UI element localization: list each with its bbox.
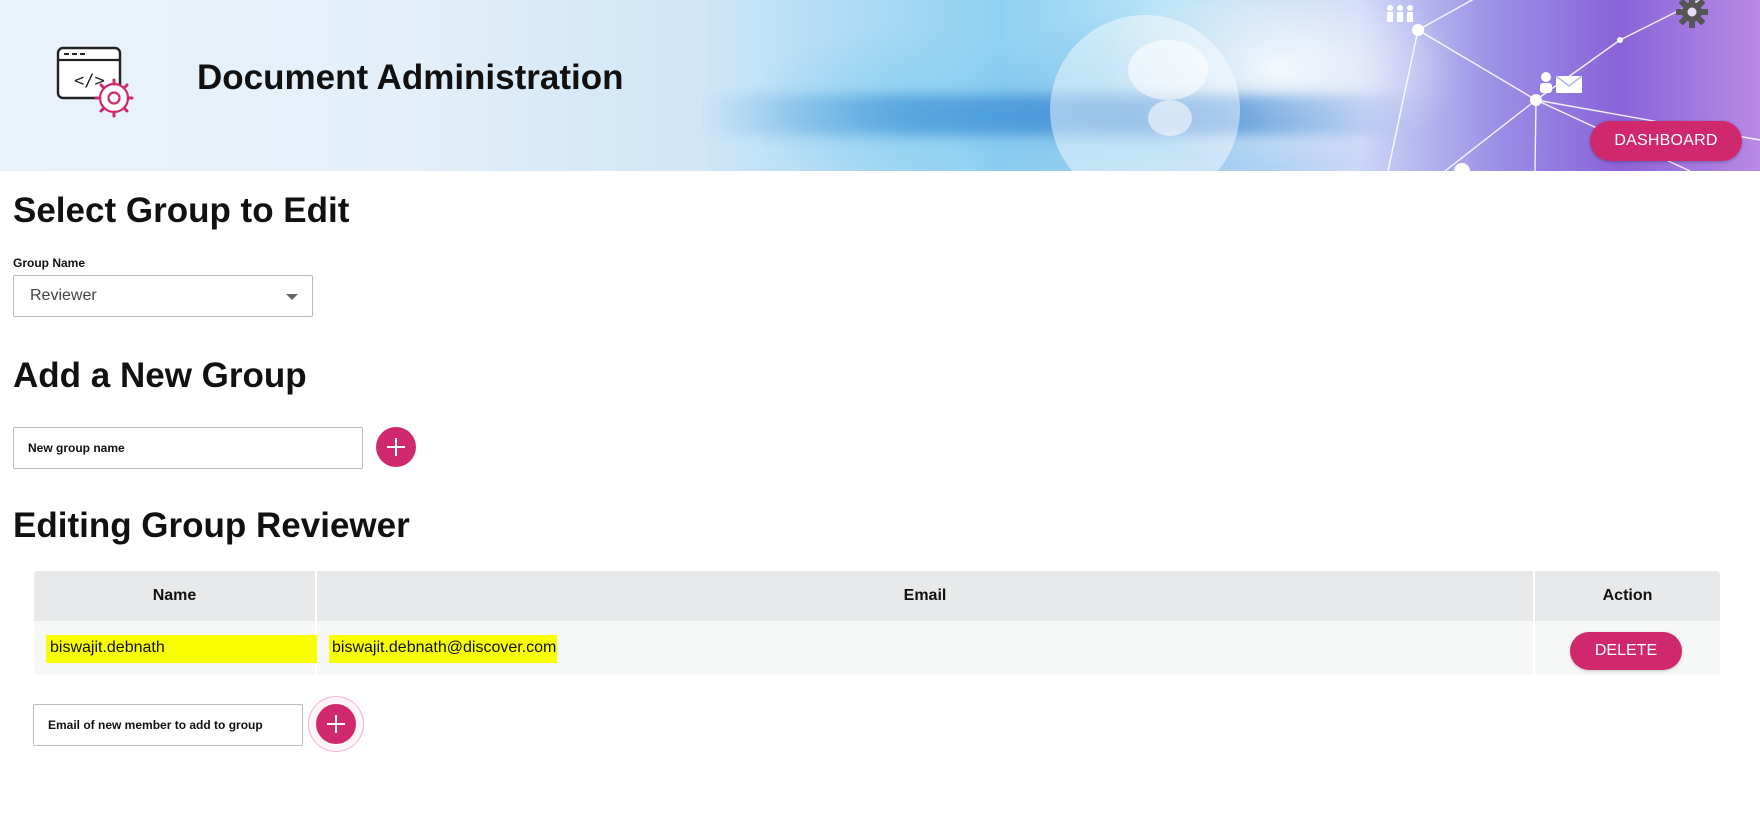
group-name-select-value: Reviewer — [30, 287, 97, 304]
group-members-table: Name Email Action biswajit.debnath biswa… — [34, 571, 1720, 675]
group-name-select[interactable]: Reviewer — [13, 275, 313, 317]
group-name-label: Group Name — [13, 256, 86, 270]
header-banner: </> Document Administration DASHBOARD — [0, 0, 1760, 171]
member-email-cell: biswajit.debnath@discover.com — [317, 621, 1535, 675]
select-group-heading: Select Group to Edit — [13, 191, 350, 230]
gear-icon[interactable] — [1674, 0, 1710, 30]
plus-icon — [387, 438, 405, 456]
member-email: biswajit.debnath@discover.com — [329, 635, 557, 663]
delete-member-button[interactable]: DELETE — [1570, 632, 1682, 670]
member-action-cell: DELETE — [1535, 621, 1720, 675]
editing-group-heading: Editing Group Reviewer — [13, 506, 410, 545]
member-name-cell: biswajit.debnath — [34, 621, 317, 675]
page-title: Document Administration — [197, 58, 624, 97]
add-member-button[interactable] — [316, 704, 356, 744]
new-group-name-input[interactable] — [13, 427, 363, 469]
member-name: biswajit.debnath — [46, 635, 317, 663]
plus-icon — [327, 715, 345, 733]
column-header-name: Name — [34, 571, 317, 621]
table-header: Name Email Action — [34, 571, 1720, 621]
code-window-gear-icon: </> — [56, 46, 134, 118]
dashboard-button[interactable]: DASHBOARD — [1590, 121, 1742, 161]
column-header-action: Action — [1602, 587, 1653, 604]
svg-text:</>: </> — [74, 71, 105, 91]
add-group-button[interactable] — [376, 427, 416, 467]
chevron-down-icon — [286, 294, 298, 300]
table-row: biswajit.debnath biswajit.debnath@discov… — [34, 621, 1720, 675]
column-header-email: Email — [317, 571, 1535, 621]
new-member-email-input[interactable] — [33, 704, 303, 746]
add-group-heading: Add a New Group — [13, 356, 307, 395]
